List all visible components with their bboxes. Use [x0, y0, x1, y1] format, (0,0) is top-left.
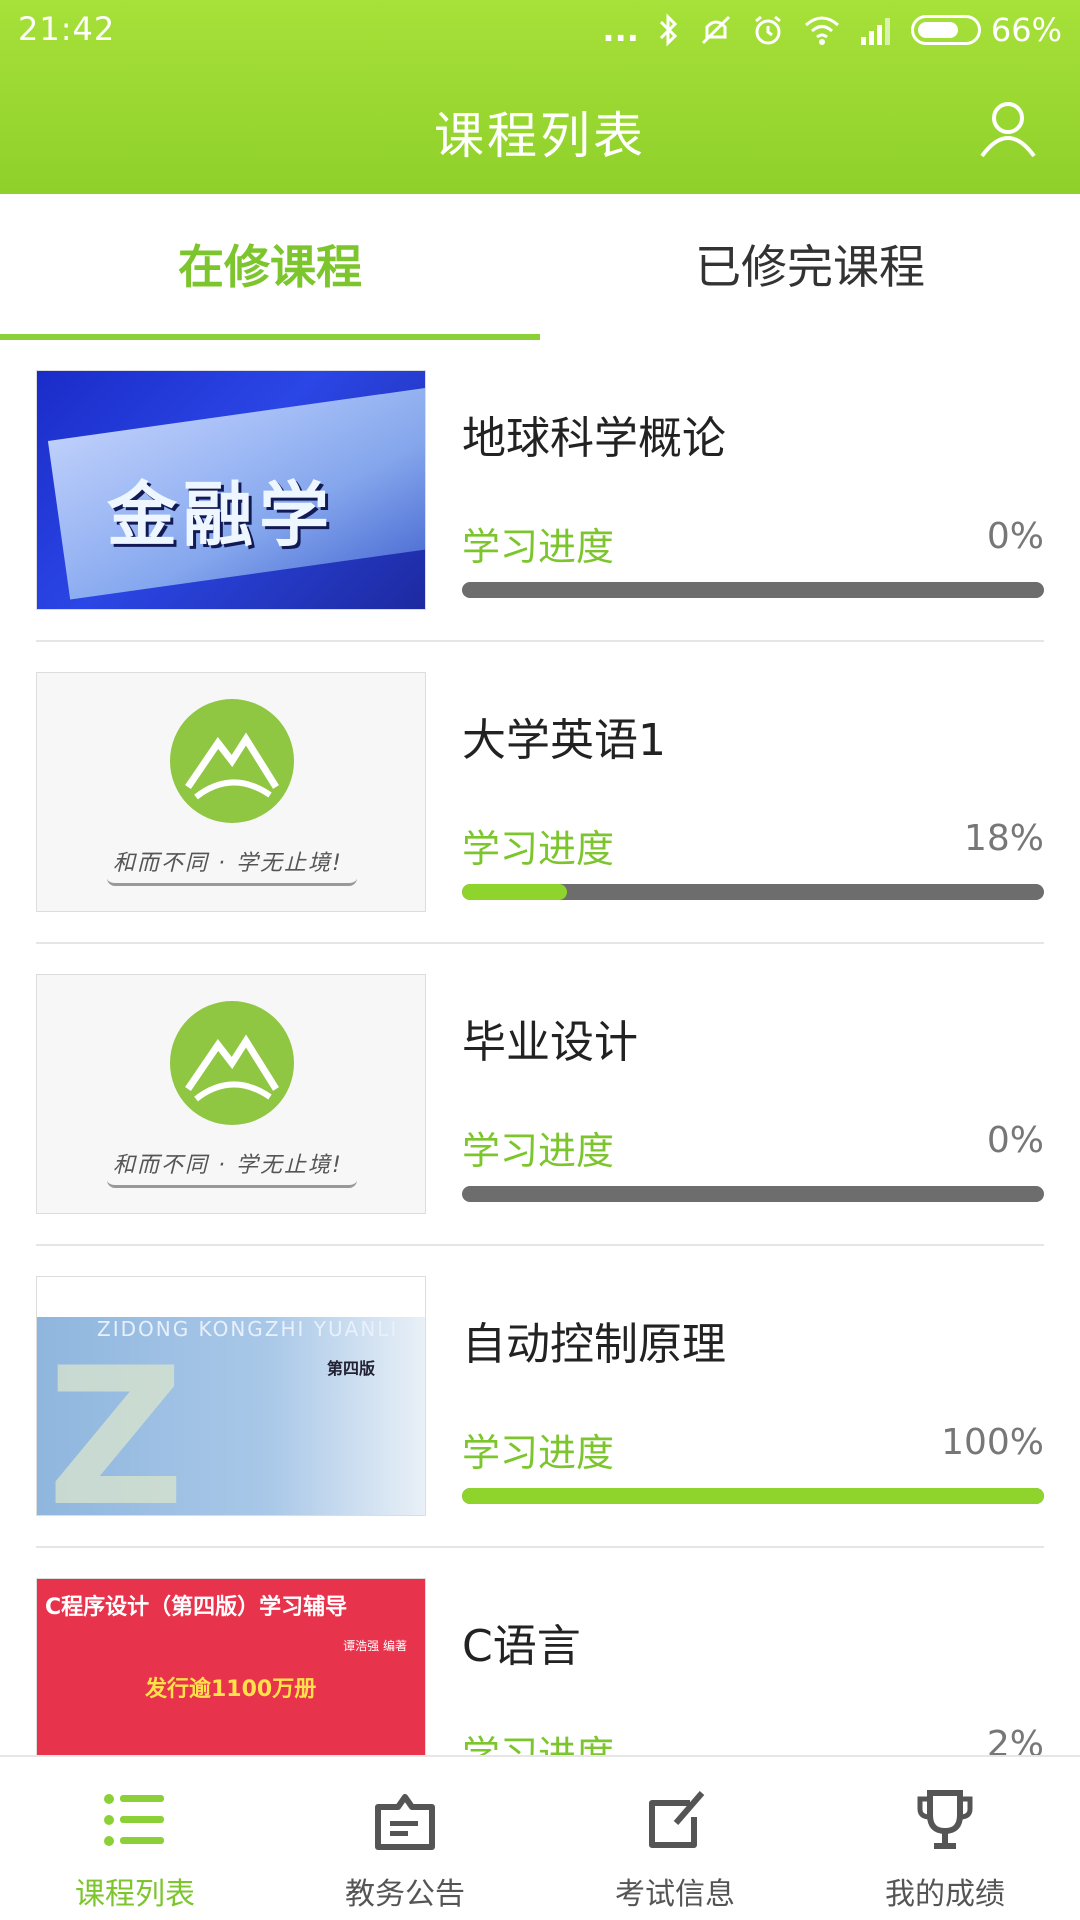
course-name: C语言 — [462, 1621, 581, 1672]
signal-icon — [859, 13, 893, 47]
course-item[interactable]: Z ZIDONG KONGZHI YUANLI 第四版 自动控制原理 学习进度 … — [0, 1246, 1080, 1548]
user-profile-button[interactable] — [976, 96, 1040, 160]
course-item[interactable]: 和而不同 · 学无止境! 大学英语1 学习进度 18% — [0, 642, 1080, 944]
nav-announcements[interactable]: 教务公告 — [270, 1757, 540, 1920]
progress-bar — [462, 1186, 1044, 1202]
progress-label: 学习进度 — [462, 1129, 615, 1173]
mute-icon — [699, 13, 733, 47]
bluetooth-icon — [657, 13, 681, 47]
progress-bar-fill — [462, 1488, 1044, 1504]
course-name: 地球科学概论 — [462, 413, 726, 464]
progress-label: 学习进度 — [462, 1431, 615, 1475]
course-tabs: 在修课程 已修完课程 — [0, 194, 1080, 340]
course-thumbnail: Z ZIDONG KONGZHI YUANLI 第四版 — [36, 1276, 426, 1516]
battery-icon — [910, 15, 981, 45]
school-logo-icon — [170, 699, 294, 823]
course-name: 自动控制原理 — [462, 1319, 726, 1370]
battery-indicator: 66% — [910, 11, 1062, 49]
progress-bar-fill — [462, 884, 567, 900]
alarm-icon — [751, 13, 785, 47]
thumbnail-text: 金融学 — [107, 474, 335, 556]
progress-value: 100% — [941, 1422, 1044, 1463]
course-name: 大学英语1 — [462, 715, 666, 766]
course-list[interactable]: 金融学 地球科学概论 学习进度 0% 和而不同 · 学无止境! 大学英语1 学习… — [0, 340, 1080, 1755]
edit-icon — [649, 1791, 705, 1848]
progress-label: 学习进度 — [462, 1733, 615, 1755]
nav-label: 我的成绩 — [885, 1877, 1005, 1912]
progress-bar — [462, 582, 1044, 598]
nav-label: 教务公告 — [345, 1877, 465, 1912]
wifi-icon — [803, 13, 841, 47]
inbox-icon — [375, 1794, 435, 1850]
course-thumbnail: C程序设计（第四版）学习辅导 谭浩强 编著 发行逾1100万册 — [36, 1578, 426, 1755]
battery-percent: 66% — [990, 11, 1062, 49]
nav-course-list[interactable]: 课程列表 — [0, 1757, 270, 1920]
user-icon — [980, 102, 1036, 158]
thumbnail-text: 和而不同 · 学无止境! — [113, 851, 343, 876]
title-bar: 课程列表 — [0, 62, 1080, 194]
thumbnail-text: C程序设计（第四版）学习辅导 — [45, 1595, 348, 1620]
course-thumbnail: 和而不同 · 学无止境! — [36, 974, 426, 1214]
course-item[interactable]: C程序设计（第四版）学习辅导 谭浩强 编著 发行逾1100万册 C语言 学习进度… — [0, 1548, 1080, 1755]
nav-label: 课程列表 — [75, 1877, 195, 1912]
thumbnail-text: 和而不同 · 学无止境! — [113, 1153, 343, 1178]
course-thumbnail: 和而不同 · 学无止境! — [36, 672, 426, 912]
more-dots: ... — [602, 11, 639, 49]
app-header: 21:42 ... 66% 课程列表 — [0, 0, 1080, 194]
thumbnail-subtext: 发行逾1100万册 — [145, 1677, 317, 1702]
list-icon — [104, 1794, 164, 1846]
status-time: 21:42 — [18, 10, 116, 48]
course-name: 毕业设计 — [462, 1017, 638, 1068]
tab-completed[interactable]: 已修完课程 — [540, 194, 1080, 340]
trophy-icon — [917, 1790, 973, 1849]
thumbnail-text: ZIDONG KONGZHI YUANLI — [97, 1317, 399, 1341]
thumbnail-author: 谭浩强 编著 — [343, 1639, 407, 1653]
status-icons: ... 66% — [602, 8, 1062, 52]
progress-value: 18% — [963, 818, 1044, 859]
thumbnail-subtext: 第四版 — [327, 1359, 376, 1378]
bottom-navigation: 课程列表 教务公告 考试信息 我的成绩 — [0, 1755, 1080, 1920]
progress-label: 学习进度 — [462, 525, 615, 569]
progress-bar — [462, 884, 1044, 900]
page-title: 课程列表 — [434, 107, 646, 165]
course-thumbnail: 金融学 — [36, 370, 426, 610]
nav-my-grades[interactable]: 我的成绩 — [810, 1757, 1080, 1920]
progress-value: 0% — [986, 516, 1044, 557]
progress-value: 2% — [986, 1724, 1044, 1755]
nav-label: 考试信息 — [615, 1877, 735, 1912]
progress-bar — [462, 1488, 1044, 1504]
progress-value: 0% — [986, 1120, 1044, 1161]
nav-exam-info[interactable]: 考试信息 — [540, 1757, 810, 1920]
status-bar: 21:42 ... 66% — [0, 0, 1080, 62]
school-logo-icon — [170, 1001, 294, 1125]
course-item[interactable]: 金融学 地球科学概论 学习进度 0% — [0, 340, 1080, 642]
progress-label: 学习进度 — [462, 827, 615, 871]
course-item[interactable]: 和而不同 · 学无止境! 毕业设计 学习进度 0% — [0, 944, 1080, 1246]
tab-in-progress[interactable]: 在修课程 — [0, 194, 540, 340]
